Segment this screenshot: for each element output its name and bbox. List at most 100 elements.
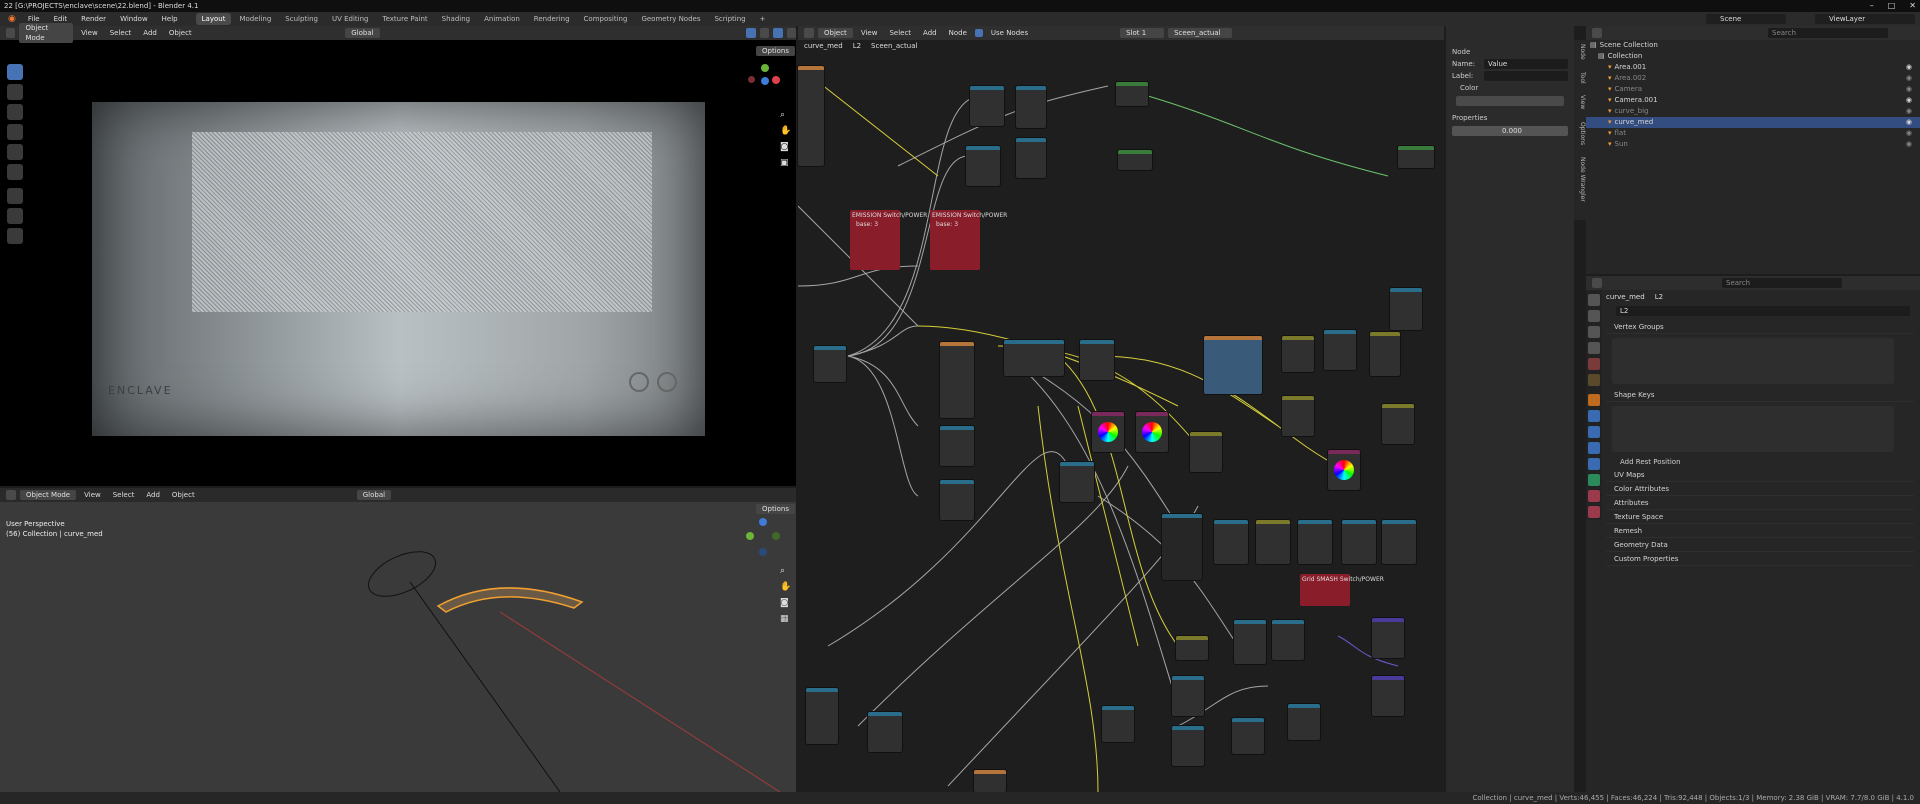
- node-section-header[interactable]: Node: [1446, 46, 1574, 58]
- menu-window[interactable]: Window: [114, 12, 154, 26]
- editor-type-icon[interactable]: [1592, 28, 1602, 38]
- measure-tool-icon[interactable]: [7, 208, 23, 224]
- shader-node-editor[interactable]: Object View Select Add Node Use Nodes Sl…: [798, 26, 1444, 792]
- visibility-eye-icon[interactable]: ◉: [1906, 62, 1912, 73]
- node[interactable]: [1016, 138, 1046, 178]
- mode-dropdown[interactable]: Object Mode: [20, 490, 77, 500]
- outliner-item[interactable]: ▾ Area.001 ◉: [1586, 62, 1920, 73]
- outliner-item[interactable]: ▾ Sun ◉: [1586, 139, 1920, 150]
- close-icon[interactable]: ✕: [1909, 0, 1916, 12]
- object-tab-icon[interactable]: [1588, 394, 1600, 406]
- viewport-camera[interactable]: Object Mode View Select Add Object Globa…: [0, 23, 796, 486]
- node[interactable]: [1282, 336, 1314, 372]
- vertex-groups-list[interactable]: [1612, 338, 1894, 384]
- sidebar-tab-node-wrangler[interactable]: Node Wrangler: [1574, 157, 1586, 202]
- tab-scripting[interactable]: Scripting: [708, 13, 751, 25]
- outliner-item[interactable]: ▾ curve_big ◉: [1586, 106, 1920, 117]
- texture-tab-icon[interactable]: [1588, 506, 1600, 518]
- modifier-tab-icon[interactable]: [1588, 410, 1600, 422]
- pan-hand-icon[interactable]: ✋: [780, 126, 791, 136]
- node[interactable]: [970, 86, 1004, 126]
- shading-material-icon[interactable]: [786, 28, 796, 38]
- visibility-eye-icon[interactable]: ◉: [1906, 117, 1912, 128]
- node[interactable]: [1234, 620, 1266, 664]
- node-color-field[interactable]: [1456, 96, 1564, 106]
- orientation-dropdown[interactable]: Global: [345, 28, 380, 38]
- node[interactable]: [1256, 520, 1290, 564]
- tab-compositing[interactable]: Compositing: [578, 13, 634, 25]
- tab-shading[interactable]: Shading: [436, 13, 476, 25]
- outliner-item[interactable]: ▾ flat ◉: [1586, 128, 1920, 139]
- select-box-tool-icon[interactable]: [7, 64, 23, 80]
- rotate-tool-icon[interactable]: [7, 124, 23, 140]
- menu-select[interactable]: Select: [109, 489, 139, 501]
- color-wheel-node[interactable]: [1092, 412, 1124, 452]
- cursor-tool-icon[interactable]: [7, 84, 23, 100]
- tab-rendering[interactable]: Rendering: [528, 13, 576, 25]
- node[interactable]: [1172, 676, 1204, 716]
- node[interactable]: [806, 688, 838, 744]
- node[interactable]: [940, 342, 974, 418]
- zoom-icon[interactable]: ⌕: [780, 110, 785, 120]
- properties-section-header[interactable]: Properties: [1446, 112, 1574, 124]
- constraints-tab-icon[interactable]: [1588, 458, 1600, 470]
- frame-emission-switch-1[interactable]: EMISSION Switch/POWER base: 3: [850, 210, 927, 270]
- menu-help[interactable]: Help: [156, 12, 184, 26]
- node[interactable]: [974, 770, 1006, 792]
- color-wheel-node[interactable]: [1136, 412, 1168, 452]
- scale-tool-icon[interactable]: [7, 144, 23, 160]
- axis-neg-y-icon[interactable]: [772, 532, 780, 540]
- node[interactable]: [1004, 340, 1064, 376]
- grid-view-icon[interactable]: ▦: [780, 614, 789, 624]
- visibility-eye-icon[interactable]: ◉: [1906, 128, 1912, 139]
- menu-add[interactable]: Add: [139, 27, 161, 39]
- visibility-eye-icon[interactable]: ◉: [1906, 84, 1912, 95]
- scene-tab-icon[interactable]: [1588, 358, 1600, 370]
- node[interactable]: [1382, 404, 1414, 444]
- axis-z-icon[interactable]: [759, 518, 767, 526]
- outliner-item[interactable]: ▾ Area.002 ◉: [1586, 73, 1920, 84]
- camera-view-icon[interactable]: ◙: [780, 142, 789, 152]
- options-button[interactable]: Options: [756, 46, 796, 56]
- color-subpanel-header[interactable]: Color: [1446, 82, 1574, 94]
- node[interactable]: [966, 146, 1000, 186]
- menu-view[interactable]: View: [80, 489, 105, 501]
- node[interactable]: [940, 480, 974, 520]
- section-texture-space[interactable]: Texture Space: [1606, 510, 1914, 524]
- shading-solid-icon[interactable]: [773, 28, 783, 38]
- lock-icon[interactable]: ▣: [780, 158, 789, 168]
- overlay-toggle-icon[interactable]: [746, 28, 756, 38]
- node[interactable]: [1382, 520, 1416, 564]
- menu-object[interactable]: Object: [165, 27, 196, 39]
- blender-logo-icon[interactable]: ◉: [4, 14, 20, 24]
- node-name-field[interactable]: Value: [1484, 59, 1568, 69]
- node[interactable]: [1118, 150, 1152, 170]
- node[interactable]: [1060, 462, 1094, 502]
- node[interactable]: [1176, 636, 1208, 660]
- camera-view-icon[interactable]: ◙: [780, 598, 789, 608]
- tab-animation[interactable]: Animation: [478, 13, 526, 25]
- outliner-item[interactable]: ▾ Camera ◉: [1586, 84, 1920, 95]
- node[interactable]: [1342, 520, 1376, 564]
- navigation-gizmo[interactable]: [748, 64, 780, 96]
- section-shape-keys[interactable]: Shape Keys: [1606, 388, 1914, 402]
- xray-toggle-icon[interactable]: [759, 28, 770, 38]
- menu-add[interactable]: Add: [142, 489, 164, 501]
- tab-texture-paint[interactable]: Texture Paint: [377, 13, 434, 25]
- node[interactable]: [1102, 706, 1134, 742]
- node[interactable]: [1370, 332, 1400, 376]
- node[interactable]: [1172, 726, 1204, 766]
- output-tab-icon[interactable]: [1588, 326, 1600, 338]
- node[interactable]: [1282, 396, 1314, 436]
- section-remesh[interactable]: Remesh: [1606, 524, 1914, 538]
- menu-select[interactable]: Select: [106, 27, 136, 39]
- selected-curve-mesh[interactable]: [436, 587, 584, 613]
- maximize-icon[interactable]: □: [1888, 0, 1896, 12]
- node[interactable]: [814, 346, 846, 382]
- tab-modeling[interactable]: Modeling: [233, 13, 277, 25]
- section-color-attributes[interactable]: Color Attributes: [1606, 482, 1914, 496]
- visibility-eye-icon[interactable]: ◉: [1906, 106, 1912, 117]
- add-rest-position-checkbox[interactable]: Add Rest Position: [1606, 456, 1914, 468]
- menu-view[interactable]: View: [77, 27, 102, 39]
- value-field[interactable]: 0.000: [1452, 126, 1568, 136]
